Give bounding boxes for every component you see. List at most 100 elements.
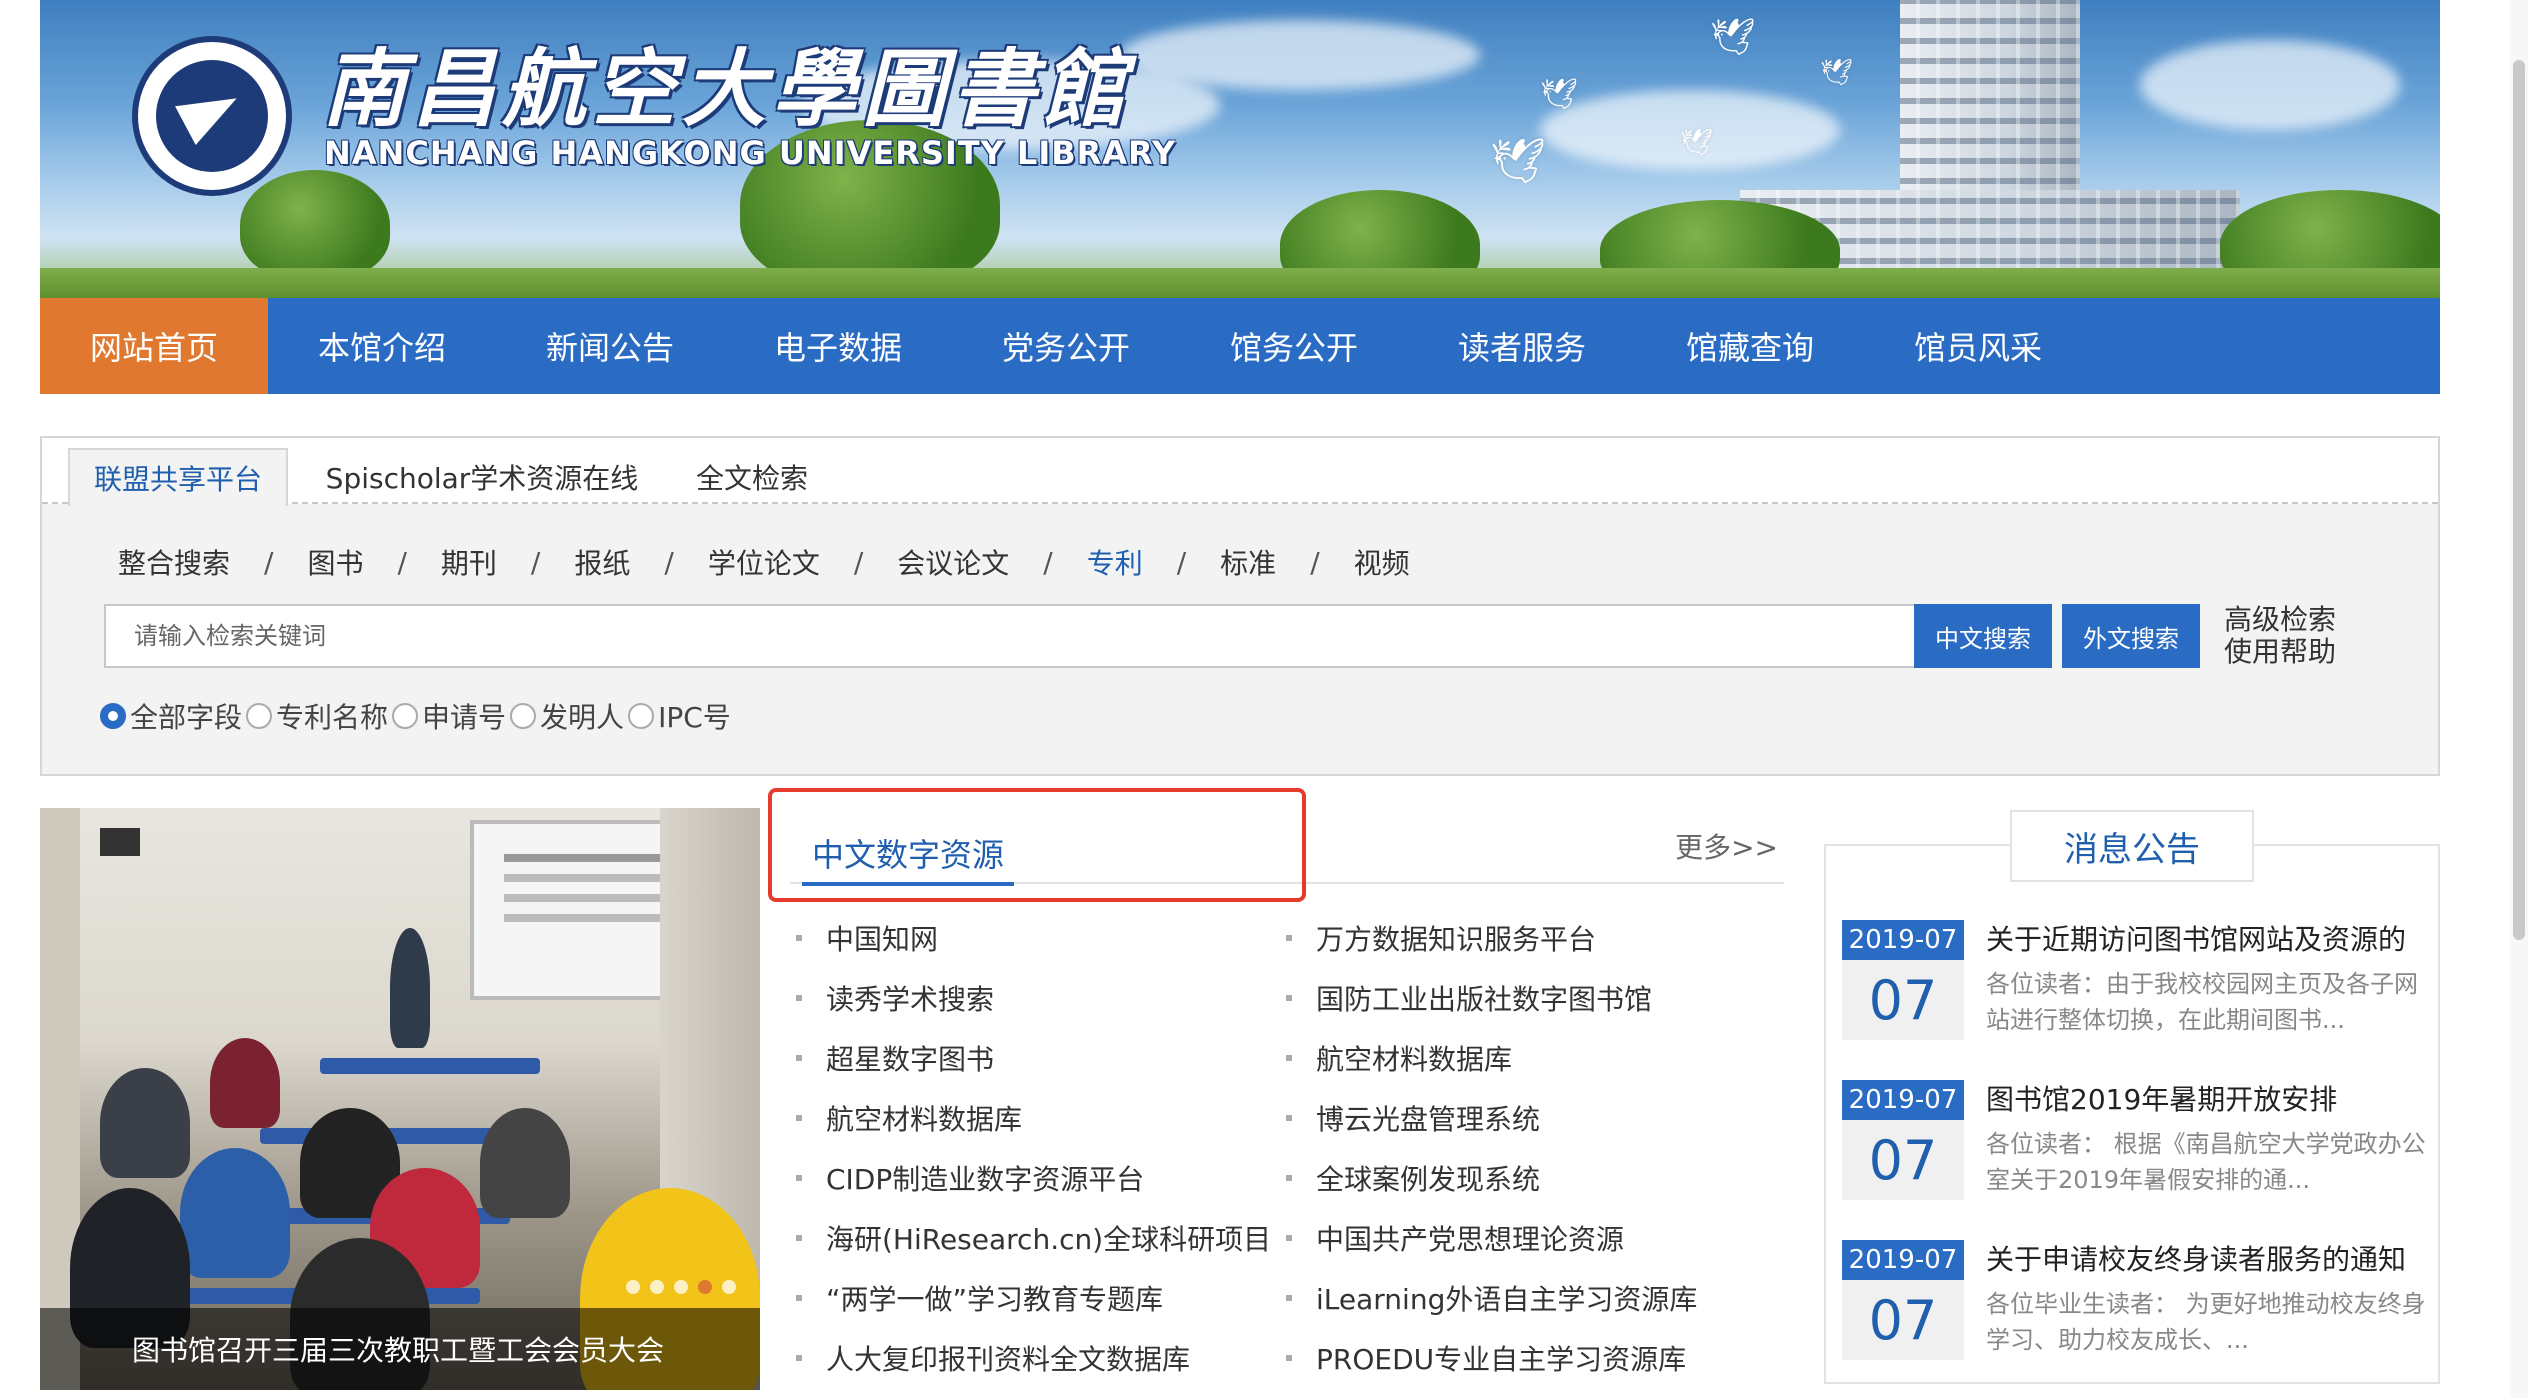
dove-icon: 🕊 [1540, 77, 1579, 112]
date-year-month: 2019-07 [1842, 1240, 1964, 1280]
slide-dot[interactable] [650, 1280, 664, 1294]
radio-inventor[interactable]: 发明人 [510, 696, 624, 736]
bullet-icon [1286, 1115, 1292, 1121]
date-day: 07 [1868, 968, 1938, 1032]
nav-e-resources[interactable]: 电子数据 [724, 298, 952, 394]
notice-summary: 各位读者： 根据《南昌航空大学党政办公室关于2019年暑假安排的通... [1986, 1130, 2426, 1194]
slideshow-dots [626, 1280, 736, 1294]
notice-item[interactable]: 2019-07 07 关于申请校友终身读者服务的通知 各位毕业生读者： 为更好地… [1842, 1240, 2432, 1370]
page-scrollbar[interactable] [2510, 0, 2528, 1398]
bullet-icon [796, 995, 802, 1001]
resource-link[interactable]: 万方数据知识服务平台 [1286, 908, 1697, 968]
advanced-search-link[interactable]: 高级检索 [2224, 604, 2336, 636]
main-nav: 网站首页 本馆介绍 新闻公告 电子数据 党务公开 馆务公开 读者服务 馆藏查询 … [40, 298, 2440, 394]
slide-caption[interactable]: 图书馆召开三届三次教职工暨工会会员大会 [40, 1308, 760, 1390]
resource-link[interactable]: 航空材料数据库 [1286, 1028, 1697, 1088]
radio-patent-name[interactable]: 专利名称 [246, 696, 388, 736]
resource-link[interactable]: CIDP制造业数字资源平台 [796, 1148, 1271, 1208]
slide-dot[interactable] [722, 1280, 736, 1294]
bullet-icon [796, 1235, 802, 1241]
radio-unchecked-icon [246, 703, 273, 729]
bullet-icon [1286, 1295, 1292, 1301]
resources-column-2: 万方数据知识服务平台 国防工业出版社数字图书馆 航空材料数据库 博云光盘管理系统… [1286, 908, 1697, 1388]
radio-checked-icon [100, 703, 126, 729]
category-patents[interactable]: 专利 [1087, 542, 1143, 582]
nav-party-affairs[interactable]: 党务公开 [952, 298, 1180, 394]
resource-link[interactable]: 中国共产党思想理论资源 [1286, 1208, 1697, 1268]
notice-title[interactable]: 消息公告 [2010, 810, 2254, 882]
news-slideshow[interactable]: 图书馆召开三届三次教职工暨工会会员大会 [40, 808, 760, 1390]
dove-icon: 🕊 [1490, 136, 1546, 187]
category-videos[interactable]: 视频 [1354, 542, 1410, 582]
bullet-icon [1286, 995, 1292, 1001]
resource-link[interactable]: 航空材料数据库 [796, 1088, 1271, 1148]
resource-link[interactable]: 超星数字图书 [796, 1028, 1271, 1088]
notice-headline[interactable]: 图书馆2019年暑期开放安排 [1986, 1080, 2432, 1120]
grass [40, 268, 2440, 298]
resource-link[interactable]: iLearning外语自主学习资源库 [1286, 1268, 1697, 1328]
tree [240, 170, 390, 280]
category-theses[interactable]: 学位论文 [708, 542, 820, 582]
radio-application-no[interactable]: 申请号 [392, 696, 506, 736]
date-day: 07 [1868, 1128, 1938, 1192]
category-all[interactable]: 整合搜索 [118, 542, 230, 582]
tab-spischolar[interactable]: Spischolar学术资源在线 [312, 448, 652, 506]
bullet-icon [796, 935, 802, 941]
search-links: 高级检索 使用帮助 [2224, 604, 2336, 668]
category-separator: / [264, 545, 274, 579]
notice-item[interactable]: 2019-07 07 关于近期访问图书馆网站及资源的 各位读者：由于我校校园网主… [1842, 920, 2432, 1050]
paper-plane-icon [156, 60, 268, 172]
university-logo[interactable] [132, 36, 292, 196]
category-journals[interactable]: 期刊 [441, 542, 497, 582]
category-conference-papers[interactable]: 会议论文 [897, 542, 1009, 582]
search-input[interactable] [104, 604, 1950, 668]
nav-library-affairs[interactable]: 馆务公开 [1180, 298, 1408, 394]
slide-dot[interactable] [626, 1280, 640, 1294]
cloud [1120, 20, 1480, 90]
nav-home[interactable]: 网站首页 [40, 298, 268, 394]
resource-link[interactable]: 海研(HiResearch.cn)全球科研项目 [796, 1208, 1271, 1268]
radio-unchecked-icon [510, 703, 537, 729]
bullet-icon [796, 1355, 802, 1361]
date-day: 07 [1868, 1288, 1938, 1352]
category-books[interactable]: 图书 [307, 542, 363, 582]
resources-more-link[interactable]: 更多>> [1675, 826, 1778, 866]
category-standards[interactable]: 标准 [1220, 542, 1276, 582]
notice-summary: 各位读者：由于我校校园网主页及各子网站进行整体切换，在此期间图书... [1986, 970, 2418, 1034]
notice-headline[interactable]: 关于申请校友终身读者服务的通知 [1986, 1240, 2432, 1280]
nav-reader-services[interactable]: 读者服务 [1408, 298, 1636, 394]
bullet-icon [796, 1175, 802, 1181]
bullet-icon [1286, 1175, 1292, 1181]
resource-link[interactable]: 中国知网 [796, 908, 1271, 968]
resource-link[interactable]: 全球案例发现系统 [1286, 1148, 1697, 1208]
nav-catalog[interactable]: 馆藏查询 [1636, 298, 1864, 394]
resource-link[interactable]: “两学一做”学习教育专题库 [796, 1268, 1271, 1328]
nav-news[interactable]: 新闻公告 [496, 298, 724, 394]
radio-all-fields[interactable]: 全部字段 [100, 696, 242, 736]
nav-staff[interactable]: 馆员风采 [1864, 298, 2092, 394]
notice-item[interactable]: 2019-07 07 图书馆2019年暑期开放安排 各位读者： 根据《南昌航空大… [1842, 1080, 2432, 1210]
foreign-search-button[interactable]: 外文搜索 [2062, 604, 2200, 668]
resource-link[interactable]: 读秀学术搜索 [796, 968, 1271, 1028]
resource-link[interactable]: PROEDU专业自主学习资源库 [1286, 1328, 1697, 1388]
header-banner: 🕊 🕊 🕊 🕊 🕊 南昌航空大學圖書館 NANCHANG HANGKONG UN… [40, 0, 2440, 298]
slide-dot-active[interactable] [698, 1280, 712, 1294]
resource-link[interactable]: 国防工业出版社数字图书馆 [1286, 968, 1697, 1028]
resources-column-1: 中国知网 读秀学术搜索 超星数字图书 航空材料数据库 CIDP制造业数字资源平台… [796, 908, 1271, 1388]
resource-link[interactable]: 人大复印报刊资料全文数据库 [796, 1328, 1271, 1388]
notice-headline[interactable]: 关于近期访问图书馆网站及资源的 [1986, 920, 2432, 960]
help-link[interactable]: 使用帮助 [2224, 636, 2336, 668]
slide-dot[interactable] [674, 1280, 688, 1294]
nav-about[interactable]: 本馆介绍 [268, 298, 496, 394]
cloud [2140, 40, 2400, 130]
chinese-search-button[interactable]: 中文搜索 [1914, 604, 2052, 668]
search-panel: 联盟共享平台 Spischolar学术资源在线 全文检索 整合搜索 / 图书 /… [40, 436, 2440, 776]
radio-ipc[interactable]: IPC号 [628, 696, 731, 736]
category-newspapers[interactable]: 报纸 [574, 542, 630, 582]
category-separator: / [397, 545, 407, 579]
tab-fulltext-search[interactable]: 全文检索 [662, 448, 842, 506]
scrollbar-thumb[interactable] [2513, 60, 2525, 940]
tab-alliance-platform[interactable]: 联盟共享平台 [68, 448, 288, 506]
resource-link[interactable]: 博云光盘管理系统 [1286, 1088, 1697, 1148]
radio-unchecked-icon [392, 703, 419, 729]
